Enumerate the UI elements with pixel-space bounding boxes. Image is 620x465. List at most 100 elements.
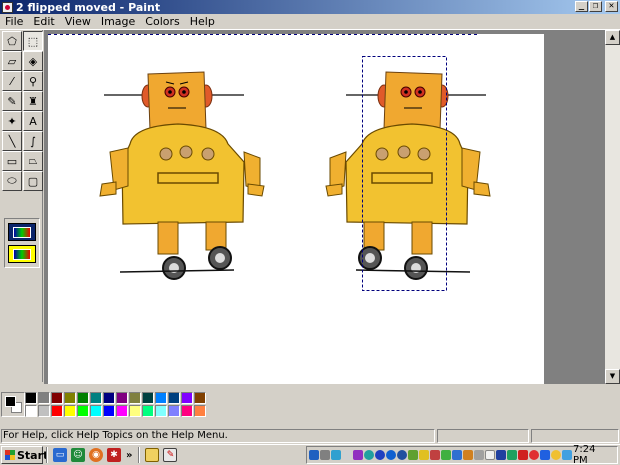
quicklaunch-app-icon[interactable]: ☺ — [71, 448, 85, 462]
palette-swatch[interactable] — [38, 405, 50, 417]
tray-icon-4[interactable] — [342, 450, 352, 460]
system-tray: 7:24 PM — [306, 444, 618, 465]
line-icon[interactable]: ╲ — [2, 131, 22, 151]
tray-icon-2[interactable] — [320, 450, 330, 460]
palette-swatch[interactable] — [142, 405, 154, 417]
palette-swatch[interactable] — [181, 392, 193, 404]
tray-icon-1[interactable] — [309, 450, 319, 460]
palette-swatch[interactable] — [155, 392, 167, 404]
palette-swatch[interactable] — [77, 405, 89, 417]
paint-task-icon[interactable]: ✎ — [163, 448, 178, 462]
pencil-icon[interactable]: ✎ — [2, 91, 22, 111]
menu-image[interactable]: Image — [96, 14, 140, 30]
tray-icon-17[interactable] — [485, 450, 495, 460]
palette-swatch[interactable] — [116, 392, 128, 404]
tray-icon-19[interactable] — [507, 450, 517, 460]
palette-swatch[interactable] — [90, 405, 102, 417]
close-button[interactable]: ✕ — [605, 1, 618, 12]
scroll-down-button[interactable]: ▼ — [605, 369, 620, 384]
menu-colors[interactable]: Colors — [140, 14, 184, 30]
minimize-button[interactable]: _ — [575, 1, 588, 12]
palette-swatch[interactable] — [116, 405, 128, 417]
tray-icon-7[interactable] — [375, 450, 385, 460]
palette-swatch[interactable] — [142, 392, 154, 404]
robot-right — [325, 71, 491, 280]
palette-swatch[interactable] — [25, 405, 37, 417]
palette-swatch[interactable] — [129, 405, 141, 417]
tray-icon-11[interactable] — [419, 450, 429, 460]
palette-swatch[interactable] — [77, 392, 89, 404]
palette-swatch[interactable] — [103, 392, 115, 404]
foreground-color[interactable] — [5, 396, 16, 407]
folder-task-icon[interactable] — [145, 448, 160, 462]
tray-icon-5[interactable] — [353, 450, 363, 460]
tray-icon-22[interactable] — [540, 450, 550, 460]
transparent-selection-option[interactable] — [8, 245, 36, 263]
tray-icon-3[interactable] — [331, 450, 341, 460]
scroll-up-button[interactable]: ▲ — [605, 30, 620, 45]
palette-swatch[interactable] — [51, 392, 63, 404]
free-form-select-icon[interactable]: ⬠ — [2, 31, 22, 51]
tray-icon-10[interactable] — [408, 450, 418, 460]
window-title: 2 flipped moved - Paint — [16, 0, 161, 14]
palette-swatch[interactable] — [168, 392, 180, 404]
opaque-selection-option[interactable] — [8, 223, 36, 241]
vertical-scrollbar[interactable]: ▲ ▼ — [605, 30, 620, 384]
palette-swatch[interactable] — [129, 392, 141, 404]
palette-swatch[interactable] — [64, 405, 76, 417]
palette-swatch[interactable] — [38, 392, 50, 404]
tray-icon-8[interactable] — [386, 450, 396, 460]
current-colors[interactable] — [1, 392, 25, 417]
show-desktop-icon[interactable]: ▭ — [53, 448, 67, 462]
curve-icon[interactable]: ∫ — [23, 131, 43, 151]
start-button[interactable]: Start — [1, 446, 48, 464]
title-bar[interactable]: 2 flipped moved - Paint _ ❐ ✕ — [0, 0, 620, 14]
tray-icon-24[interactable] — [562, 450, 572, 460]
quicklaunch-more-icon[interactable]: » — [126, 450, 132, 461]
quicklaunch-tool-icon[interactable]: ✱ — [107, 448, 121, 462]
eraser-icon[interactable]: ▱ — [2, 51, 22, 71]
tray-icon-13[interactable] — [441, 450, 451, 460]
menu-help[interactable]: Help — [185, 14, 220, 30]
tray-icon-6[interactable] — [364, 450, 374, 460]
palette-swatch[interactable] — [103, 405, 115, 417]
palette-swatch[interactable] — [64, 392, 76, 404]
rectangle-icon[interactable]: ▭ — [2, 151, 22, 171]
menu-edit[interactable]: Edit — [28, 14, 59, 30]
tray-icon-9[interactable] — [397, 450, 407, 460]
magnifier-icon[interactable]: ⚲ — [23, 71, 43, 91]
brush-icon[interactable]: ♜ — [23, 91, 43, 111]
menu-view[interactable]: View — [60, 14, 96, 30]
palette-swatch[interactable] — [90, 392, 102, 404]
drawing-canvas[interactable] — [48, 34, 544, 384]
tray-icon-21[interactable] — [529, 450, 539, 460]
ellipse-icon[interactable]: ⬭ — [2, 171, 22, 191]
palette-swatch[interactable] — [51, 405, 63, 417]
palette-swatch[interactable] — [194, 392, 206, 404]
menu-file[interactable]: File — [0, 14, 28, 30]
palette-swatch[interactable] — [194, 405, 206, 417]
airbrush-icon[interactable]: ✦ — [2, 111, 22, 131]
tray-icon-23[interactable] — [551, 450, 561, 460]
color-picker-icon[interactable]: ⁄ — [2, 71, 22, 91]
tray-icon-20[interactable] — [518, 450, 528, 460]
start-label: Start — [17, 448, 49, 462]
tray-icon-16[interactable] — [474, 450, 484, 460]
paint-app-icon[interactable] — [2, 1, 13, 13]
rounded-rectangle-icon[interactable]: ▢ — [23, 171, 43, 191]
browser-icon[interactable]: ◉ — [89, 448, 103, 462]
tray-icon-12[interactable] — [430, 450, 440, 460]
palette-swatch[interactable] — [168, 405, 180, 417]
rect-select-icon[interactable]: ⬚ — [23, 31, 43, 51]
polygon-icon[interactable]: ⏢ — [23, 151, 43, 171]
palette-swatch[interactable] — [25, 392, 37, 404]
palette-swatch[interactable] — [181, 405, 193, 417]
restore-button[interactable]: ❐ — [589, 1, 602, 12]
text-icon[interactable]: A — [23, 111, 43, 131]
palette-swatch[interactable] — [155, 405, 167, 417]
tray-icon-18[interactable] — [496, 450, 506, 460]
tray-icon-14[interactable] — [452, 450, 462, 460]
fill-bucket-icon[interactable]: ◈ — [23, 51, 43, 71]
taskbar-clock[interactable]: 7:24 PM — [573, 444, 617, 465]
tray-icon-15[interactable] — [463, 450, 473, 460]
